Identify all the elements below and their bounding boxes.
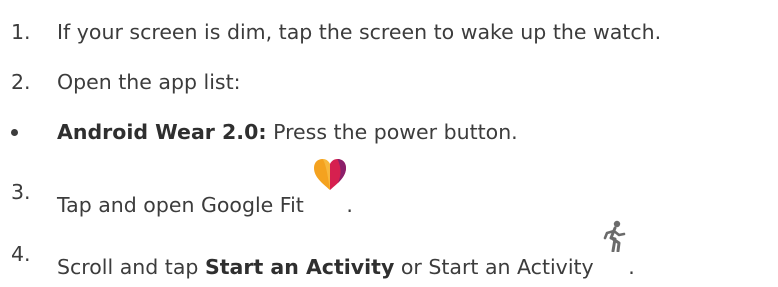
running-person-icon — [600, 220, 628, 274]
step-number: 1. — [11, 20, 31, 44]
step-number: 4. — [11, 242, 31, 266]
google-fit-heart-icon — [310, 159, 347, 212]
bullet-text: Android Wear 2.0: Press the power button… — [57, 112, 518, 152]
bold-label: Android Wear 2.0: — [57, 120, 267, 144]
step-text: Tap and open Google Fit — [57, 193, 304, 217]
bullet-icon — [11, 129, 18, 136]
step-number: 3. — [11, 180, 31, 204]
step-text: Open the app list: — [57, 70, 241, 94]
step-text: Scroll and tap — [57, 255, 205, 279]
step-end-punct: . — [346, 193, 353, 217]
step-text-wrap: Tap and open Google Fit . — [57, 159, 353, 225]
step-end-punct: . — [628, 255, 635, 279]
step-number: 2. — [11, 70, 31, 94]
bold-label: Start an Activity — [204, 255, 395, 279]
step-text: Press the power button. — [266, 120, 518, 144]
step-text: or Start an Activity — [394, 255, 601, 279]
step-text: If your screen is dim, tap the screen to… — [57, 20, 662, 44]
step-text-wrap: Scroll and tap Start an Activity or Star… — [57, 220, 635, 287]
